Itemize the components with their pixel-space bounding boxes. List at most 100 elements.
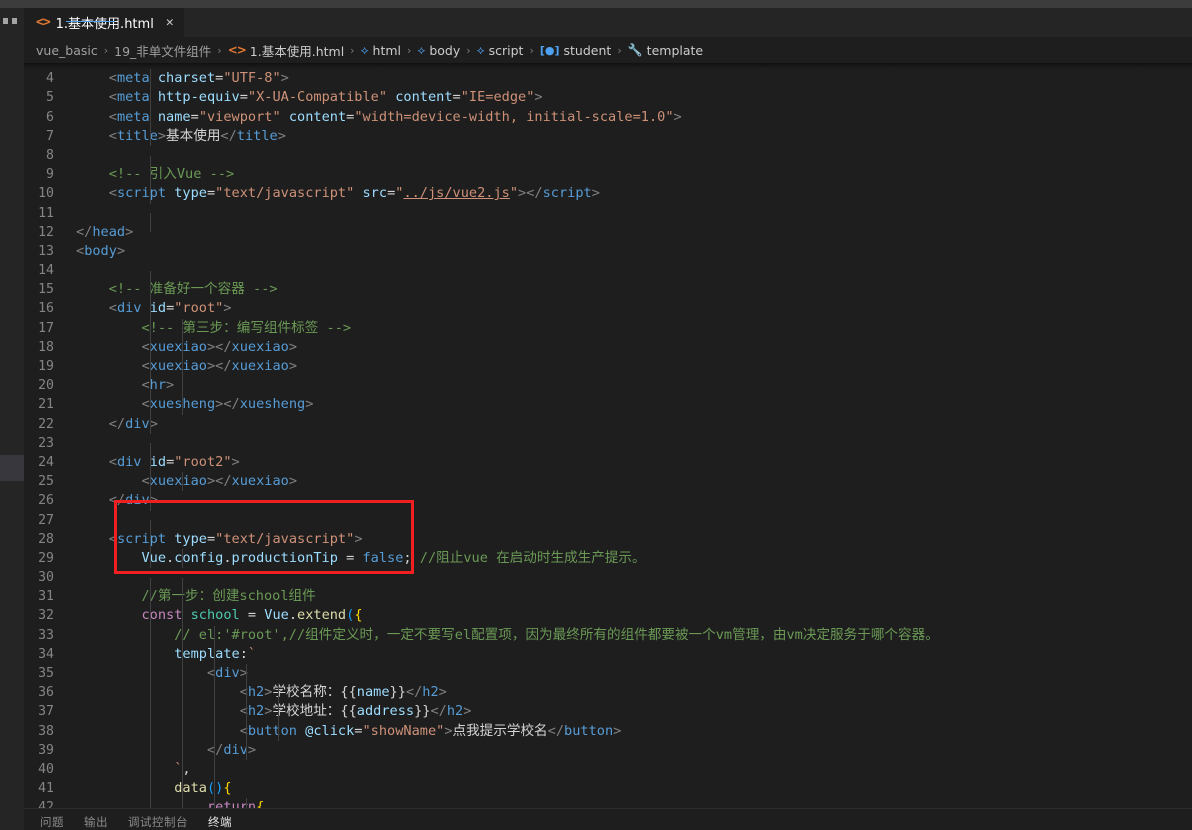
code-line[interactable]: 10 <script type="text/javascript" src=".…: [24, 184, 1192, 204]
code-line[interactable]: 22 </div>: [24, 414, 1192, 434]
line-number: 18: [38, 339, 54, 355]
line-number: 15: [38, 282, 54, 298]
symbol-cube-icon: ⟡: [476, 43, 485, 57]
breadcrumb: vue_basic › 19_非单文件组件 › <> 1.基本使用.html ›…: [24, 37, 1192, 63]
line-number: 31: [38, 589, 54, 605]
code-line[interactable]: 16 <div id="root">: [24, 299, 1192, 319]
line-number: 10: [38, 186, 54, 202]
line-number: 30: [38, 570, 54, 586]
breadcrumb-label: body: [429, 42, 461, 58]
code-line[interactable]: 40 `,: [24, 759, 1192, 780]
code-line[interactable]: 11: [24, 204, 1192, 233]
code-line[interactable]: 39 </div>: [24, 740, 1192, 760]
code-line[interactable]: 17 <!-- 第三步：编写组件标签 -->: [24, 318, 1192, 338]
code-line[interactable]: 35 <div>: [24, 664, 1192, 684]
code-line[interactable]: 12 </head>: [24, 223, 1192, 242]
code-line[interactable]: 34 template:`: [24, 644, 1192, 664]
code-line[interactable]: 20 <hr>: [24, 376, 1192, 396]
overflow-dots-icon[interactable]: [3, 18, 17, 24]
breadcrumb-item-vue-basic[interactable]: vue_basic: [36, 43, 98, 58]
code-line[interactable]: 31 //第一步：创建school组件: [24, 587, 1192, 607]
code-line[interactable]: 25 <xuexiao></xuexiao>: [24, 472, 1192, 492]
code-line[interactable]: 9 <!-- 引入Vue -->: [24, 165, 1192, 185]
code-line[interactable]: 4 <meta charset="UTF-8">: [24, 69, 1192, 89]
line-number: 24: [38, 454, 54, 470]
code-line[interactable]: 13 <body>: [24, 242, 1192, 261]
breadcrumb-item-body[interactable]: ⟡ body: [417, 43, 460, 58]
breadcrumb-label: script: [488, 42, 524, 58]
line-number: 5: [46, 90, 54, 106]
panel-tab-output[interactable]: 输出: [84, 814, 108, 830]
code-line[interactable]: 37 <h2>学校地址：{{address}}</h2>: [24, 702, 1192, 722]
titlebar-strip: [0, 0, 24, 8]
code-line[interactable]: 21 <xuesheng></xuesheng>: [24, 395, 1192, 415]
symbol-property-icon: 🔧: [627, 43, 643, 57]
breadcrumb-separator: ›: [103, 43, 109, 57]
code-line[interactable]: 33 // el:'#root',//组件定义时，一定不要写el配置项，因为最终…: [24, 625, 1192, 645]
code-line[interactable]: 8: [24, 146, 1192, 175]
code-line[interactable]: 14: [24, 261, 1192, 290]
code-line[interactable]: 19 <xuexiao></xuexiao>: [24, 357, 1192, 377]
breadcrumb-item-student[interactable]: [●] student: [540, 43, 611, 58]
line-number: 12: [38, 224, 54, 240]
line-number: 14: [38, 263, 54, 279]
breadcrumb-item-folder[interactable]: 19_非单文件组件: [114, 41, 211, 60]
line-number: 41: [38, 781, 54, 797]
code-line[interactable]: 5 <meta http-equiv="X-UA-Compatible" con…: [24, 88, 1192, 108]
bottom-panel: 问题 输出 调试控制台 终端: [24, 808, 1192, 830]
code-line[interactable]: 41 data(){: [24, 779, 1192, 799]
line-number: 29: [38, 550, 54, 566]
panel-tab-debug-console[interactable]: 调试控制台: [128, 814, 188, 830]
symbol-cube-icon: ⟡: [360, 43, 369, 57]
breadcrumb-item-template[interactable]: 🔧 template: [628, 43, 703, 58]
code-line[interactable]: 28 <script type="text/javascript">: [24, 529, 1192, 549]
breadcrumb-label: html: [372, 42, 401, 58]
code-line[interactable]: 24 <div id="root2">: [24, 452, 1192, 473]
code-editor[interactable]: 3<head> 4 <meta charset="UTF-8"> 5 <meta…: [24, 63, 1192, 808]
line-number: 25: [38, 474, 54, 490]
breadcrumb-separator: ›: [217, 43, 222, 57]
panel-tab-terminal[interactable]: 终端: [208, 814, 232, 830]
breadcrumb-item-script[interactable]: ⟡ script: [477, 43, 524, 58]
code-line[interactable]: 26 </div>: [24, 491, 1192, 511]
line-number: 26: [38, 493, 54, 509]
symbol-field-icon: [●]: [539, 43, 560, 57]
activity-bar-selection[interactable]: [0, 455, 24, 481]
line-number: 8: [46, 147, 54, 163]
line-number: 9: [46, 167, 54, 183]
editor-tab-active[interactable]: <> 1.基本使用.html ✕: [24, 8, 185, 37]
code-line[interactable]: 15 <!-- 准备好一个容器 -->: [24, 280, 1192, 300]
code-line[interactable]: 32 const school = Vue.extend({: [24, 606, 1192, 626]
code-line[interactable]: 30: [24, 568, 1192, 597]
code-line[interactable]: 36 <h2>学校名称：{{name}}</h2>: [24, 683, 1192, 703]
line-number: 34: [38, 646, 54, 662]
html-file-icon: <>: [36, 15, 51, 30]
code-line[interactable]: 23: [24, 434, 1192, 463]
breadcrumb-item-html[interactable]: ⟡ html: [361, 43, 401, 58]
close-icon[interactable]: ✕: [166, 16, 174, 29]
breadcrumb-item-file[interactable]: <> 1.基本使用.html: [228, 41, 344, 60]
html-file-icon: <>: [227, 43, 247, 57]
breadcrumb-separator: ›: [529, 43, 534, 57]
code-line[interactable]: 7 <title>基本使用</title>: [24, 126, 1192, 146]
panel-tab-problems[interactable]: 问题: [40, 814, 64, 830]
breadcrumb-separator: ›: [407, 43, 412, 57]
editor-tab-bar: <> 1.基本使用.html ✕: [24, 0, 1192, 37]
activity-bar-strip: [0, 0, 24, 830]
line-number: 13: [38, 243, 54, 259]
code-line[interactable]: 42 return{: [24, 798, 1192, 808]
code-line[interactable]: 38 <button @click="showName">点我提示学校名</bu…: [24, 721, 1192, 741]
breadcrumb-separator: ›: [617, 43, 622, 57]
code-line[interactable]: 18 <xuexiao></xuexiao>: [24, 337, 1192, 357]
code-line[interactable]: 27: [24, 511, 1192, 540]
breadcrumb-separator: ›: [350, 43, 355, 57]
line-number: 17: [38, 320, 54, 336]
breadcrumb-label: student: [563, 42, 612, 58]
code-line[interactable]: 29 Vue.config.productionTip = false; //阻…: [24, 548, 1192, 569]
line-number: 23: [38, 435, 54, 451]
code-line[interactable]: 6 <meta name="viewport" content="width=d…: [24, 107, 1192, 127]
breadcrumb-separator: ›: [466, 43, 471, 57]
symbol-cube-icon: ⟡: [417, 43, 426, 57]
line-number: 32: [38, 608, 54, 624]
code-lines: 3<head> 4 <meta charset="UTF-8"> 5 <meta…: [24, 63, 1192, 808]
